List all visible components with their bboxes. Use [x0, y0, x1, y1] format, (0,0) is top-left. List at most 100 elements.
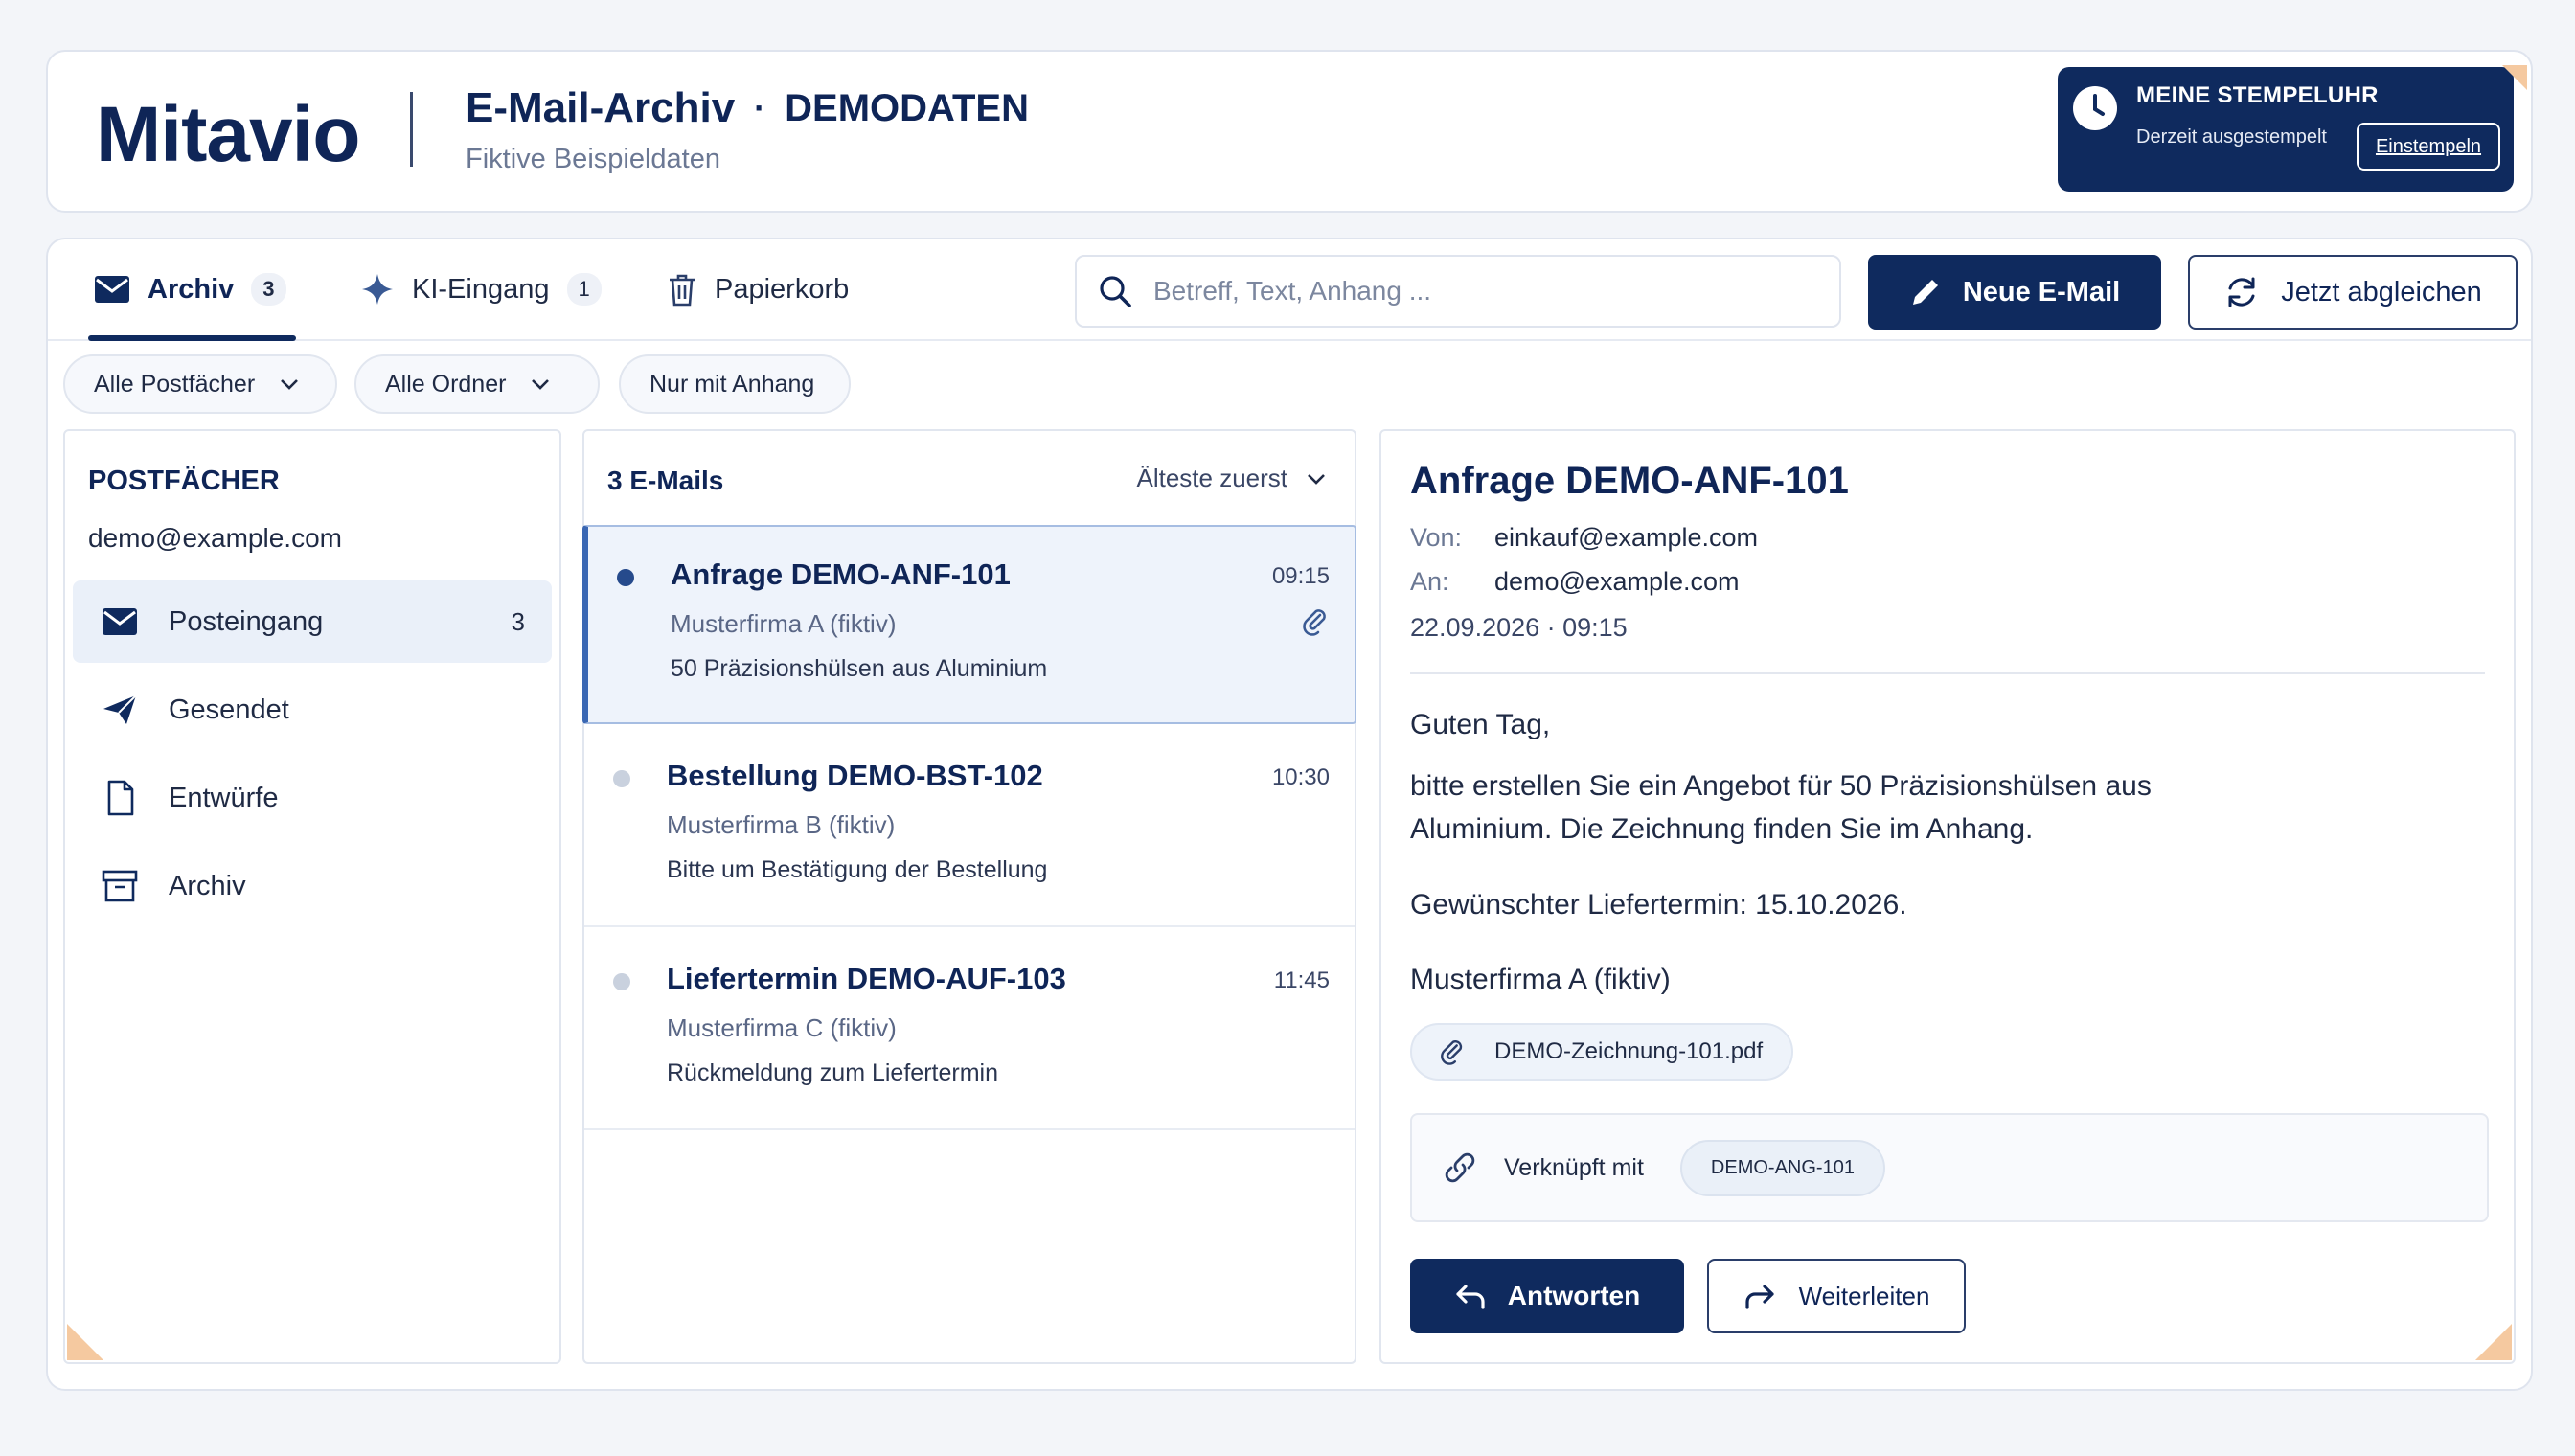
attachment-chip[interactable]: DEMO-Zeichnung-101.pdf — [1410, 1023, 1794, 1081]
tab-label: KI-Eingang — [412, 273, 550, 305]
linked-box: Verknüpft mit DEMO-ANG-101 — [1410, 1113, 2489, 1222]
filter-label: Nur mit Anhang — [649, 370, 815, 398]
tab-label: Archiv — [148, 273, 235, 305]
filter-label: Alle Ordner — [385, 370, 507, 398]
mail-count: 3 E-Mails — [607, 466, 724, 495]
detail-title: Anfrage DEMO-ANF-101 — [1410, 460, 1849, 502]
sparkle-icon — [362, 274, 393, 305]
tab-archiv[interactable]: Archiv 3 — [88, 239, 296, 341]
forward-button[interactable]: Weiterleiten — [1707, 1259, 1966, 1333]
chevron-down-icon — [1308, 473, 1325, 485]
time-clock-status: Derzeit ausgestempelt — [2136, 126, 2327, 148]
refresh-icon — [2228, 277, 2255, 307]
folder-entwuerfe[interactable]: Entwürfe — [73, 757, 552, 839]
corner-decoration — [2502, 65, 2527, 90]
mail-delivery-date: Gewünschter Liefertermin: 15.10.2026. — [1410, 889, 1907, 921]
app-header: Mitavio E-Mail-Archiv · DEMODATEN Fiktiv… — [46, 50, 2533, 213]
attachment-name: DEMO-Zeichnung-101.pdf — [1494, 1038, 1764, 1064]
page-title-row: E-Mail-Archiv · DEMODATEN — [466, 84, 1029, 132]
page-subtitle: Fiktive Beispieldaten — [466, 144, 720, 174]
reply-icon — [1456, 1285, 1485, 1309]
detail-from: Von: einkauf@example.com — [1410, 523, 1758, 553]
sort-dropdown[interactable]: Älteste zuerst — [1136, 464, 1326, 493]
mail-subject: Rückmeldung zum Liefertermin — [667, 1059, 998, 1086]
filter-label: Alle Postfächer — [94, 370, 256, 398]
clock-icon — [2073, 86, 2117, 130]
forward-icon — [1744, 1285, 1774, 1309]
mail-body-line: Aluminium. Die Zeichnung finden Sie im A… — [1410, 813, 2034, 845]
search-box[interactable] — [1075, 255, 1841, 328]
filter-folders[interactable]: Alle Ordner — [354, 354, 600, 414]
header-divider — [410, 92, 413, 167]
mail-item[interactable]: Anfrage DEMO-ANF-101 09:15 Musterfirma A… — [582, 525, 1356, 724]
pencil-icon — [1912, 280, 1938, 305]
paperclip-icon — [1303, 609, 1326, 636]
mail-title: Liefertermin DEMO-AUF-103 — [667, 962, 1066, 995]
mail-sender: Musterfirma A (fiktiv) — [671, 609, 897, 638]
detail-to: An: demo@example.com — [1410, 567, 1740, 597]
archive-icon — [102, 870, 138, 902]
paperclip-icon — [1441, 1040, 1463, 1065]
mail-icon — [95, 276, 129, 303]
demo-tag: DEMODATEN — [785, 86, 1029, 129]
mail-sender: Musterfirma B (fiktiv) — [667, 810, 896, 839]
read-dot — [613, 973, 630, 990]
tab-badge: 1 — [566, 273, 602, 306]
read-dot — [613, 770, 630, 787]
sync-label: Jetzt abgleichen — [2281, 276, 2482, 307]
main-panel: Archiv 3 KI-Eingang 1 Papierkorb Betreff… — [46, 238, 2533, 1391]
tab-ki-eingang[interactable]: KI-Eingang 1 — [360, 239, 602, 339]
search-input[interactable] — [1153, 276, 1805, 307]
mail-item[interactable]: Bestellung DEMO-BST-102 10:30 Musterfirm… — [584, 728, 1355, 927]
to-label: An: — [1410, 567, 1449, 596]
folder-label: Gesendet — [169, 694, 289, 725]
brand-logo: Mitavio — [96, 91, 360, 178]
from-label: Von: — [1410, 523, 1463, 552]
mail-list-panel: 3 E-Mails Älteste zuerst Anfrage DEMO-AN… — [582, 429, 1356, 1364]
send-icon — [103, 694, 137, 724]
search-icon — [1100, 276, 1131, 307]
mail-time: 10:30 — [1271, 764, 1330, 790]
filter-with-attachment[interactable]: Nur mit Anhang — [619, 354, 851, 414]
mail-detail-panel: Anfrage DEMO-ANF-101 Von: einkauf@exampl… — [1379, 429, 2516, 1364]
mailbox-address: demo@example.com — [88, 523, 342, 553]
mailbox-heading: POSTFÄCHER — [88, 466, 280, 496]
time-clock-card: MEINE STEMPELUHR Derzeit ausgestempelt E… — [2058, 67, 2514, 192]
time-clock-title: MEINE STEMPELUHR — [2136, 82, 2379, 108]
folder-archiv[interactable]: Archiv — [73, 845, 552, 927]
mail-time: 11:45 — [1273, 967, 1330, 993]
linked-offer-chip[interactable]: DEMO-ANG-101 — [1679, 1139, 1885, 1196]
reply-button[interactable]: Antworten — [1410, 1259, 1684, 1333]
detail-date: 22.09.2026 · 09:15 — [1410, 613, 1628, 642]
mail-time: 09:15 — [1271, 563, 1330, 589]
mail-signature: Musterfirma A (fiktiv) — [1410, 964, 1671, 995]
folder-count: 3 — [511, 606, 525, 636]
sync-button[interactable]: Jetzt abgleichen — [2188, 255, 2518, 330]
mail-greeting: Guten Tag, — [1410, 709, 1551, 740]
clock-in-button[interactable]: Einstempeln — [2357, 123, 2500, 171]
link-icon — [1445, 1152, 1475, 1183]
reply-label: Antworten — [1507, 1281, 1641, 1310]
folder-posteingang[interactable]: Posteingang 3 — [73, 580, 552, 663]
new-mail-label: Neue E-Mail — [1962, 276, 2121, 307]
corner-decoration — [2475, 1324, 2512, 1360]
mail-sender: Musterfirma C (fiktiv) — [667, 1013, 897, 1042]
file-icon — [107, 780, 134, 816]
corner-decoration — [67, 1324, 103, 1360]
folder-gesendet[interactable]: Gesendet — [73, 669, 552, 751]
tab-papierkorb[interactable]: Papierkorb — [667, 239, 849, 339]
filter-mailboxes[interactable]: Alle Postfächer — [63, 354, 337, 414]
mail-title: Anfrage DEMO-ANF-101 — [671, 557, 1011, 591]
detail-divider — [1410, 672, 2485, 674]
mail-body-line: bitte erstellen Sie ein Angebot für 50 P… — [1410, 770, 2152, 802]
new-mail-button[interactable]: Neue E-Mail — [1868, 255, 2161, 330]
to-address: demo@example.com — [1494, 567, 1740, 596]
linked-label: Verknüpft mit — [1504, 1153, 1644, 1181]
mail-item[interactable]: Liefertermin DEMO-AUF-103 11:45 Musterfi… — [584, 931, 1355, 1130]
tab-badge: 3 — [251, 273, 286, 306]
inbox-icon — [103, 608, 137, 635]
mail-title: Bestellung DEMO-BST-102 — [667, 759, 1043, 792]
chevron-down-icon — [281, 379, 299, 390]
folder-label: Entwürfe — [169, 782, 279, 813]
mail-subject: Bitte um Bestätigung der Bestellung — [667, 856, 1048, 883]
